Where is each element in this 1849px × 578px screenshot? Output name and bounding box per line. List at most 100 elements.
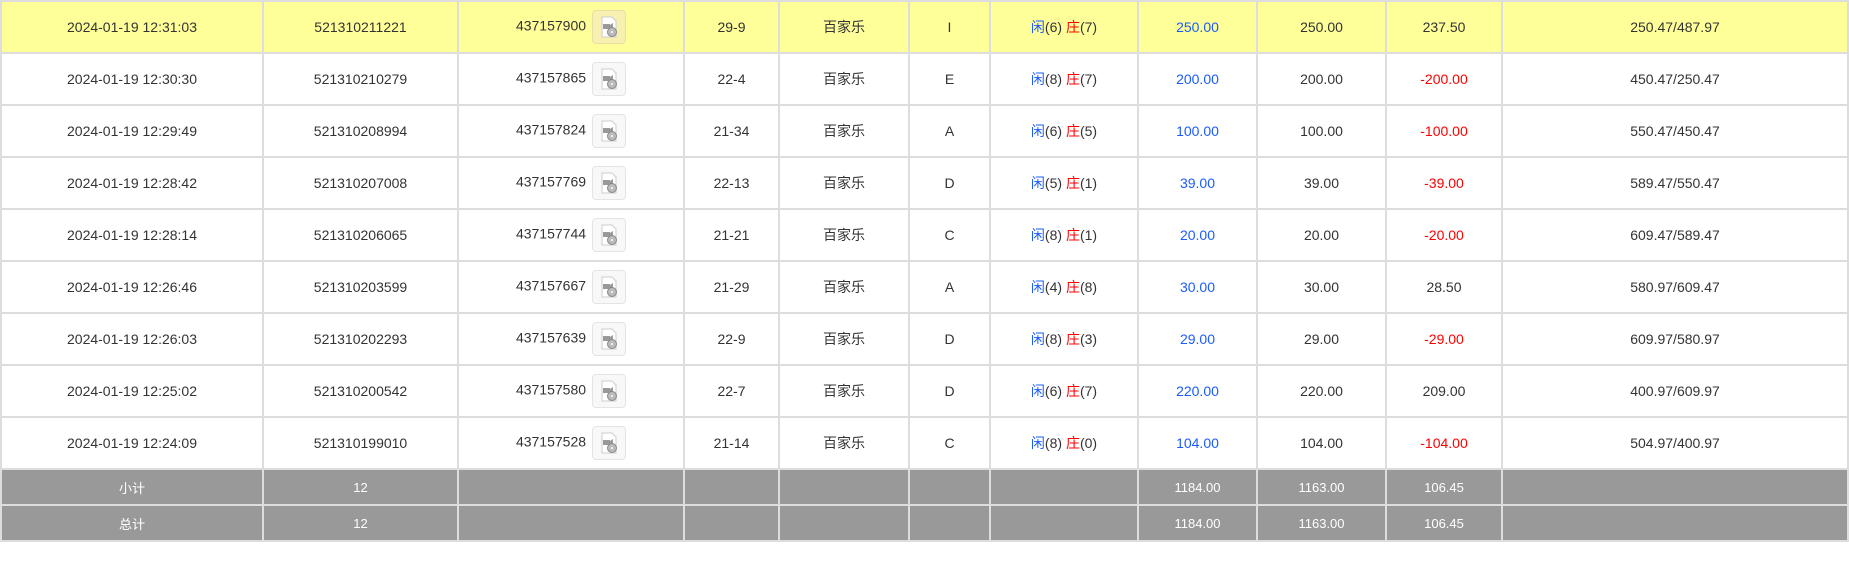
total-label: 总计	[0, 504, 264, 542]
bet-time: 2024-01-19 12:29:49	[0, 104, 264, 158]
round-cell: 437157667	[457, 260, 685, 314]
bet-amount: 39.00	[1137, 156, 1258, 210]
video-replay-icon[interactable]	[592, 166, 627, 200]
seat: E	[908, 52, 991, 106]
video-replay-icon[interactable]	[592, 374, 627, 408]
bet-time: 2024-01-19 12:28:14	[0, 208, 264, 262]
game-name: 百家乐	[778, 0, 910, 54]
bet-amount: 200.00	[1137, 52, 1258, 106]
bet-id: 521310206065	[262, 208, 459, 262]
valid-amount: 20.00	[1256, 208, 1387, 262]
bet-time: 2024-01-19 12:24:09	[0, 416, 264, 470]
game-name: 百家乐	[778, 52, 910, 106]
table-row[interactable]: 2024-01-19 12:28:42 521310207008 437157769…	[0, 156, 1849, 210]
banker-label: 庄	[1065, 383, 1080, 399]
banker-points: (0)	[1079, 435, 1098, 451]
empty-cell	[1501, 504, 1849, 542]
player-label: 闲	[1030, 331, 1045, 347]
round-id: 437157769	[515, 173, 587, 190]
bet-id: 521310203599	[262, 260, 459, 314]
table-row[interactable]: 2024-01-19 12:30:30 521310210279 437157865…	[0, 52, 1849, 106]
bet-amount: 29.00	[1137, 312, 1258, 366]
round-id: 437157824	[515, 121, 587, 138]
table-number: 22-4	[683, 52, 780, 106]
seat: A	[908, 260, 991, 314]
table-row[interactable]: 2024-01-19 12:29:49 521310208994 437157824…	[0, 104, 1849, 158]
bet-amount: 104.00	[1137, 416, 1258, 470]
table-row[interactable]: 2024-01-19 12:31:03 521310211221 437157900…	[0, 0, 1849, 54]
seat: D	[908, 364, 991, 418]
table-number: 22-13	[683, 156, 780, 210]
table-row[interactable]: 2024-01-19 12:26:46 521310203599 437157667…	[0, 260, 1849, 314]
valid-amount: 30.00	[1256, 260, 1387, 314]
video-replay-icon[interactable]	[592, 218, 627, 252]
valid-amount: 200.00	[1256, 52, 1387, 106]
win-loss: 237.50	[1385, 0, 1503, 54]
round-id: 437157639	[515, 329, 587, 346]
banker-label: 庄	[1065, 71, 1080, 87]
table-row[interactable]: 2024-01-19 12:25:02 521310200542 437157580…	[0, 364, 1849, 418]
valid-amount: 29.00	[1256, 312, 1387, 366]
subtotal-row: 小计 12 1184.00 1163.00 106.45	[0, 468, 1849, 506]
game-name: 百家乐	[778, 416, 910, 470]
banker-points: (1)	[1079, 175, 1098, 191]
valid-amount: 220.00	[1256, 364, 1387, 418]
round-cell: 437157865	[457, 52, 685, 106]
result: 闲(8) 庄(3)	[989, 312, 1139, 366]
result: 闲(6) 庄(7)	[989, 364, 1139, 418]
table-number: 22-9	[683, 312, 780, 366]
table-row[interactable]: 2024-01-19 12:28:14 521310206065 437157744…	[0, 208, 1849, 262]
empty-cell	[778, 504, 910, 542]
result: 闲(6) 庄(5)	[989, 104, 1139, 158]
player-label: 闲	[1030, 383, 1045, 399]
balance: 609.47/589.47	[1501, 208, 1849, 262]
round-id: 437157667	[515, 277, 587, 294]
total-count: 12	[262, 504, 459, 542]
round-cell: 437157900	[457, 0, 685, 54]
video-replay-icon[interactable]	[592, 426, 627, 460]
player-label: 闲	[1030, 71, 1045, 87]
video-replay-icon[interactable]	[592, 270, 627, 304]
total-bet: 1184.00	[1137, 504, 1258, 542]
subtotal-win: 106.45	[1385, 468, 1503, 506]
player-points: (4)	[1044, 279, 1063, 295]
balance: 550.47/450.47	[1501, 104, 1849, 158]
video-replay-icon[interactable]	[592, 62, 627, 96]
round-id: 437157580	[515, 381, 587, 398]
balance: 250.47/487.97	[1501, 0, 1849, 54]
video-replay-icon[interactable]	[592, 10, 627, 44]
video-replay-icon[interactable]	[592, 322, 627, 356]
seat: A	[908, 104, 991, 158]
banker-points: (1)	[1079, 227, 1098, 243]
result: 闲(5) 庄(1)	[989, 156, 1139, 210]
bet-time: 2024-01-19 12:31:03	[0, 0, 264, 54]
video-replay-icon[interactable]	[592, 114, 627, 148]
player-label: 闲	[1030, 435, 1045, 451]
banker-label: 庄	[1065, 331, 1080, 347]
player-label: 闲	[1030, 19, 1045, 35]
banker-label: 庄	[1065, 435, 1080, 451]
win-loss: -39.00	[1385, 156, 1503, 210]
banker-points: (7)	[1079, 71, 1098, 87]
bet-id: 521310210279	[262, 52, 459, 106]
round-cell: 437157744	[457, 208, 685, 262]
table-row[interactable]: 2024-01-19 12:24:09 521310199010 437157528…	[0, 416, 1849, 470]
bet-amount: 250.00	[1137, 0, 1258, 54]
bet-time: 2024-01-19 12:28:42	[0, 156, 264, 210]
table-row[interactable]: 2024-01-19 12:26:03 521310202293 437157639…	[0, 312, 1849, 366]
empty-cell	[908, 504, 991, 542]
bet-id: 521310207008	[262, 156, 459, 210]
total-valid: 1163.00	[1256, 504, 1387, 542]
game-name: 百家乐	[778, 156, 910, 210]
banker-label: 庄	[1065, 19, 1080, 35]
table-number: 22-7	[683, 364, 780, 418]
game-name: 百家乐	[778, 364, 910, 418]
bet-time: 2024-01-19 12:25:02	[0, 364, 264, 418]
subtotal-count: 12	[262, 468, 459, 506]
player-points: (8)	[1044, 227, 1063, 243]
player-label: 闲	[1030, 123, 1045, 139]
win-loss: -104.00	[1385, 416, 1503, 470]
table-number: 21-34	[683, 104, 780, 158]
balance: 580.97/609.47	[1501, 260, 1849, 314]
bet-records-table: 2024-01-19 12:31:03 521310211221 437157900…	[0, 0, 1849, 542]
